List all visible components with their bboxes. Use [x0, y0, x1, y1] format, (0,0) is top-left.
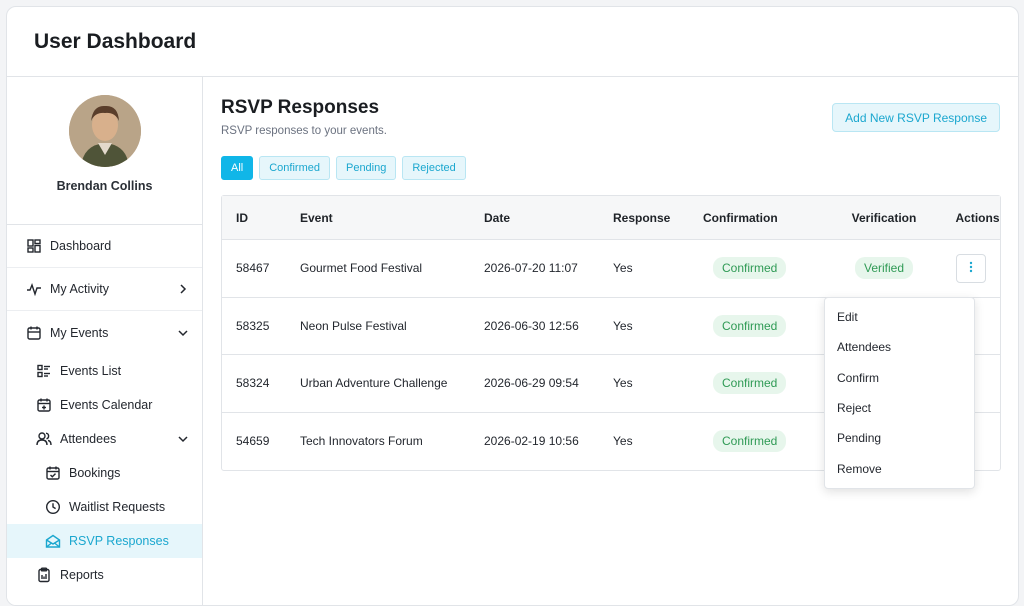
avatar[interactable] — [68, 95, 141, 167]
menu-item-edit[interactable]: Edit — [825, 302, 974, 332]
cell-event: Tech Innovators Forum — [300, 434, 423, 449]
top-bar: User Dashboard — [7, 7, 1018, 77]
sidebar-item-label: Bookings — [69, 466, 121, 480]
profile-name: Brendan Collins — [56, 179, 153, 193]
envelope-open-icon — [45, 533, 61, 549]
calendar-plus-icon — [36, 397, 52, 413]
sidebar-item-label: Dashboard — [50, 239, 112, 253]
sidebar-item-bookings[interactable]: Bookings — [7, 456, 202, 490]
sidebar-item-label: RSVP Responses — [69, 534, 169, 548]
cell-confirmation: Confirmed — [703, 430, 829, 453]
activity-icon — [26, 281, 42, 297]
table-row: 58467 Gourmet Food Festival 2026-07-20 1… — [222, 240, 1000, 298]
sidebar-item-my-activity[interactable]: My Activity — [7, 268, 202, 311]
avatar-image — [68, 95, 141, 167]
cell-confirmation: Confirmed — [703, 372, 829, 395]
cell-date: 2026-07-20 11:07 — [484, 261, 578, 276]
status-badge: Confirmed — [713, 430, 787, 453]
cell-confirmation: Confirmed — [703, 257, 829, 280]
status-badge: Confirmed — [713, 372, 787, 395]
calendar-icon — [26, 325, 42, 341]
menu-item-confirm[interactable]: Confirm — [825, 363, 974, 393]
cell-response: Yes — [613, 376, 633, 391]
sidebar-item-label: My Activity — [50, 282, 110, 296]
row-actions-menu: Edit Attendees Confirm Reject Pending Re… — [824, 297, 975, 489]
sidebar-nav: Dashboard My Activity My Events Events L… — [7, 225, 202, 592]
filter-confirmed-button[interactable]: Confirmed — [259, 156, 330, 180]
filter-all-button[interactable]: All — [221, 156, 254, 180]
filter-pending-button[interactable]: Pending — [335, 156, 397, 180]
cell-id: 58325 — [236, 318, 270, 333]
sidebar-item-events-list[interactable]: Events List — [7, 354, 202, 388]
menu-item-pending[interactable]: Pending — [825, 423, 974, 453]
filter-tabs: All Confirmed Pending Rejected — [221, 156, 1000, 180]
menu-item-remove[interactable]: Remove — [825, 453, 974, 483]
app-window: User Dashboard Brendan Collins Dashboard — [6, 6, 1019, 606]
column-header-date: Date — [484, 210, 511, 225]
sidebar-item-label: Events List — [60, 364, 122, 378]
sidebar-item-rsvp-responses[interactable]: RSVP Responses — [7, 524, 202, 558]
row-actions-button[interactable] — [956, 253, 986, 283]
sidebar-item-waitlist-requests[interactable]: Waitlist Requests — [7, 490, 202, 524]
sidebar: Brendan Collins Dashboard My Activity My… — [7, 77, 203, 605]
cell-date: 2026-02-19 10:56 — [484, 434, 579, 449]
list-icon — [36, 363, 52, 379]
column-header-response: Response — [613, 210, 671, 225]
cell-event: Urban Adventure Challenge — [300, 376, 448, 391]
cell-actions — [939, 253, 1016, 283]
table-header: ID Event Date Response Confirmation Veri… — [222, 196, 1000, 240]
cell-response: Yes — [613, 261, 633, 276]
cell-verification: Verified — [829, 257, 939, 280]
sidebar-item-label: Reports — [60, 568, 104, 582]
column-header-actions: Actions — [955, 210, 1000, 225]
column-header-id: ID — [236, 210, 248, 225]
cell-id: 58324 — [236, 376, 270, 391]
main-content: RSVP Responses RSVP responses to your ev… — [221, 77, 1001, 605]
clock-icon — [45, 499, 61, 515]
sidebar-item-attendees[interactable]: Attendees — [7, 422, 202, 456]
cell-event: Neon Pulse Festival — [300, 318, 407, 333]
profile-card: Brendan Collins — [7, 77, 202, 225]
calendar-check-icon — [45, 465, 61, 481]
sidebar-item-label: Waitlist Requests — [69, 500, 166, 514]
app-title: User Dashboard — [34, 29, 197, 53]
cell-date: 2026-06-29 09:54 — [484, 376, 579, 391]
menu-item-attendees[interactable]: Attendees — [825, 332, 974, 362]
sidebar-item-label: Events Calendar — [60, 398, 153, 412]
menu-item-reject[interactable]: Reject — [825, 393, 974, 423]
chevron-right-icon — [178, 284, 188, 294]
column-header-verification: Verification — [851, 210, 917, 225]
sidebar-item-label: My Events — [50, 325, 109, 340]
sidebar-item-dashboard[interactable]: Dashboard — [7, 225, 202, 268]
chevron-down-icon — [178, 434, 188, 444]
sidebar-item-my-events[interactable]: My Events — [7, 311, 202, 354]
cell-id: 58467 — [236, 261, 270, 276]
cell-response: Yes — [613, 434, 633, 449]
dashboard-icon — [26, 238, 42, 254]
status-badge: Confirmed — [713, 257, 787, 280]
clipboard-icon — [36, 567, 52, 583]
add-rsvp-response-button[interactable]: Add New RSVP Response — [832, 103, 1000, 132]
cell-event: Gourmet Food Festival — [300, 261, 423, 276]
filter-rejected-button[interactable]: Rejected — [402, 156, 466, 180]
cell-response: Yes — [613, 318, 633, 333]
users-icon — [36, 431, 52, 447]
status-badge: Confirmed — [713, 314, 787, 337]
cell-confirmation: Confirmed — [703, 314, 829, 337]
chevron-down-icon — [178, 328, 188, 338]
cell-id: 54659 — [236, 434, 270, 449]
verification-badge: Verified — [854, 257, 914, 280]
sidebar-item-label: Attendees — [60, 432, 117, 446]
column-header-confirmation: Confirmation — [703, 210, 778, 225]
more-vertical-icon — [969, 261, 973, 276]
column-header-event: Event — [300, 210, 333, 225]
sidebar-item-reports[interactable]: Reports — [7, 558, 202, 592]
sidebar-item-events-calendar[interactable]: Events Calendar — [7, 388, 202, 422]
cell-date: 2026-06-30 12:56 — [484, 318, 579, 333]
